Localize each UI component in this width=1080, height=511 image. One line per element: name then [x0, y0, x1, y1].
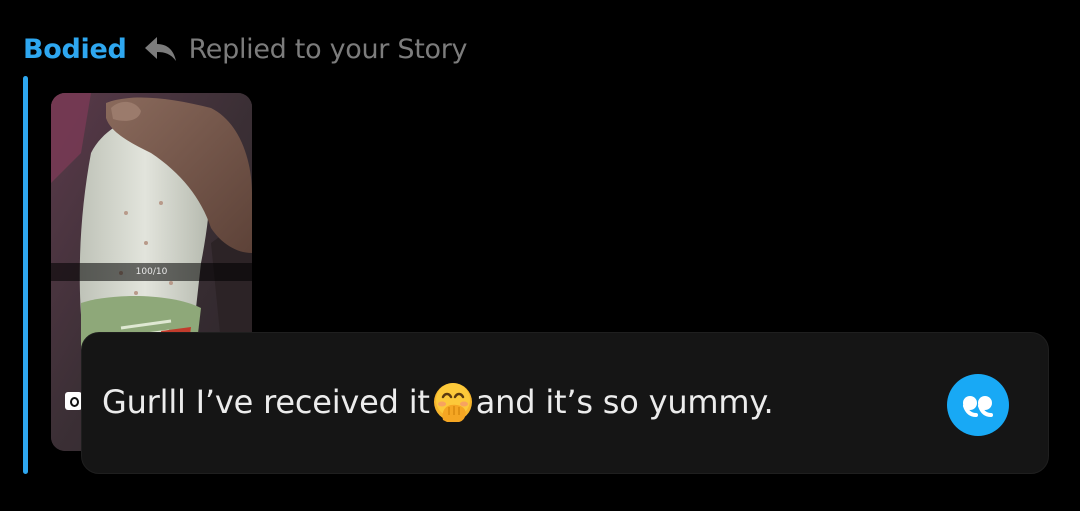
reply-arrow-icon — [143, 34, 179, 64]
message-text: Gurlll I’ve received it and it’s so yumm… — [102, 380, 774, 424]
sender-name[interactable]: Bodied — [23, 34, 127, 65]
quote-icon — [963, 396, 993, 417]
story-caption-band: 100/10 — [51, 263, 252, 281]
quote-bar — [23, 76, 28, 474]
story-caption: 100/10 — [135, 267, 168, 277]
story-badge-icon — [65, 392, 82, 410]
replied-to-story-label: Replied to your Story — [188, 33, 468, 65]
quote-reply-button[interactable] — [947, 374, 1009, 436]
message-bubble[interactable]: Gurlll I’ve received it and it’s so yumm… — [81, 332, 1049, 474]
face-with-hand-over-mouth-icon — [431, 380, 475, 424]
message-text-before-emoji: Gurlll I’ve received it — [102, 383, 430, 421]
message-text-after-emoji: and it’s so yummy. — [475, 383, 774, 421]
story-reply-header: Bodied Replied to your Story — [23, 26, 468, 72]
